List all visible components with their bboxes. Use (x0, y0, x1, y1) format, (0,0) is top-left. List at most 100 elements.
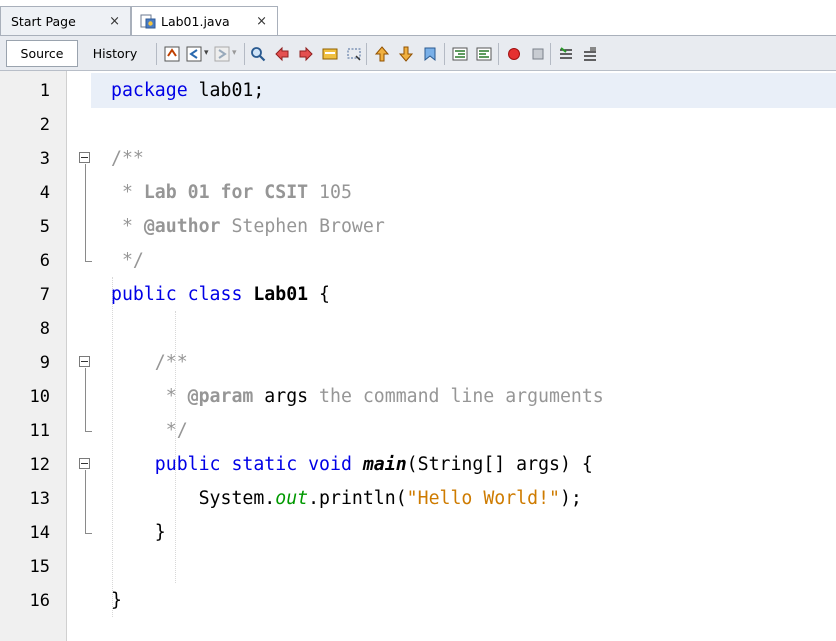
code-line: } (111, 584, 122, 618)
fold-end (85, 431, 92, 432)
code-editor[interactable]: 1 2 3 4 5 6 7 8 9 10 11 12 13 14 15 16 package lab01;/**… (0, 71, 836, 641)
previous-bookmark-icon[interactable] (374, 46, 390, 62)
line-number: 5 (39, 217, 50, 237)
java-file-icon (140, 13, 156, 29)
fold-line (85, 470, 86, 533)
source-view-button[interactable]: Source (6, 40, 78, 67)
code-token: */ (111, 250, 144, 271)
toolbar-separator (498, 43, 499, 65)
code-token: the command line arguments (308, 386, 604, 407)
code-line: */ (111, 244, 144, 278)
next-bookmark-icon[interactable] (398, 46, 414, 62)
line-number: 11 (29, 421, 50, 441)
line-number: 13 (29, 489, 50, 509)
toggle-rectangular-selection-icon[interactable] (346, 46, 362, 62)
back-icon[interactable] (186, 46, 202, 62)
code-line: } (111, 516, 166, 550)
back-dropdown-icon[interactable]: ▾ (204, 48, 209, 58)
fold-end (85, 533, 92, 534)
code-token: (String[] args) { (406, 454, 593, 475)
code-token: main (362, 454, 407, 475)
uncomment-icon[interactable] (582, 46, 598, 62)
code-token: Stephen Brower (220, 216, 385, 237)
code-token: } (111, 522, 166, 543)
code-token: args (253, 386, 309, 407)
tab-start-page[interactable]: Start Page × (0, 6, 131, 35)
code-token: ); (559, 488, 582, 509)
code-token: } (111, 590, 122, 611)
toolbar-separator (244, 43, 245, 65)
fold-line (85, 164, 86, 261)
line-number: 15 (29, 557, 50, 577)
code-token: 105 (308, 182, 352, 203)
line-number: 3 (39, 149, 50, 169)
code-line: * Lab 01 for CSIT 105 (111, 176, 352, 210)
code-line: * @author Stephen Brower (111, 210, 385, 244)
forward-dropdown-icon[interactable]: ▾ (232, 48, 237, 58)
line-number: 4 (39, 183, 50, 203)
code-token: public static void (111, 454, 363, 475)
fold-toggle-icon[interactable] (79, 152, 90, 163)
shift-line-left-icon[interactable] (452, 46, 468, 62)
fold-line (85, 368, 86, 431)
code-token: * (111, 386, 188, 407)
fold-toggle-icon[interactable] (79, 458, 90, 469)
code-token: .println( (308, 488, 407, 509)
tab-start-page-close-icon[interactable]: × (109, 14, 120, 29)
comment-icon[interactable] (558, 46, 574, 62)
start-macro-recording-icon[interactable] (506, 46, 522, 62)
toolbar-separator (550, 43, 551, 65)
code-token: @param (187, 386, 254, 407)
code-token: public class (111, 284, 254, 305)
tab-lab01-java-label: Lab01.java (161, 13, 230, 29)
line-number: 1 (39, 81, 50, 101)
code-token: Lab01 (253, 284, 309, 305)
code-line: * @param args the command line arguments (111, 380, 604, 414)
code-token: * (111, 216, 144, 237)
code-token: */ (111, 420, 188, 441)
line-number: 9 (39, 353, 50, 373)
line-number: 16 (29, 591, 50, 611)
forward-icon[interactable] (214, 46, 230, 62)
tab-lab01-java[interactable]: Lab01.java × (131, 6, 278, 35)
find-previous-icon[interactable] (274, 46, 290, 62)
code-line: public static void main(String[] args) { (111, 448, 593, 482)
editor-tab-strip: Start Page × Lab01.java × (0, 0, 836, 36)
toolbar-separator (366, 43, 367, 65)
code-token: "Hello World!" (406, 488, 560, 509)
editor-toolbar: Source History ▾ ▾ (0, 35, 836, 71)
line-number: 6 (39, 251, 50, 271)
line-number: 12 (29, 455, 50, 475)
code-line: /** (111, 346, 188, 380)
code-line: */ (111, 414, 188, 448)
code-token: /** (111, 148, 144, 169)
code-token: package (111, 80, 188, 101)
code-token: * (111, 182, 144, 203)
code-line: package lab01; (111, 74, 264, 108)
line-number: 14 (29, 523, 50, 543)
fold-toggle-icon[interactable] (79, 356, 90, 367)
code-token: @author (143, 216, 221, 237)
code-line: /** (111, 142, 144, 176)
code-token: lab01; (187, 80, 265, 101)
line-number: 2 (39, 115, 50, 135)
code-token: { (308, 284, 331, 305)
code-line: public class Lab01 { (111, 278, 330, 312)
code-line: System.out.println("Hello World!"); (111, 482, 582, 516)
line-number: 7 (39, 285, 50, 305)
stop-macro-recording-icon[interactable] (530, 46, 546, 62)
code-token: out (275, 488, 309, 509)
history-view-button[interactable]: History (80, 40, 150, 67)
line-number: 8 (39, 319, 50, 339)
fold-end (85, 261, 92, 262)
shift-line-right-icon[interactable] (476, 46, 492, 62)
tab-lab01-java-close-icon[interactable]: × (256, 14, 267, 29)
find-next-icon[interactable] (298, 46, 314, 62)
toolbar-separator (444, 43, 445, 65)
toggle-highlight-search-icon[interactable] (322, 46, 338, 62)
tab-start-page-label: Start Page (11, 13, 76, 29)
toolbar-separator (156, 43, 157, 65)
find-icon[interactable] (250, 46, 266, 62)
last-edit-icon[interactable] (164, 46, 180, 62)
toggle-bookmark-icon[interactable] (422, 46, 438, 62)
